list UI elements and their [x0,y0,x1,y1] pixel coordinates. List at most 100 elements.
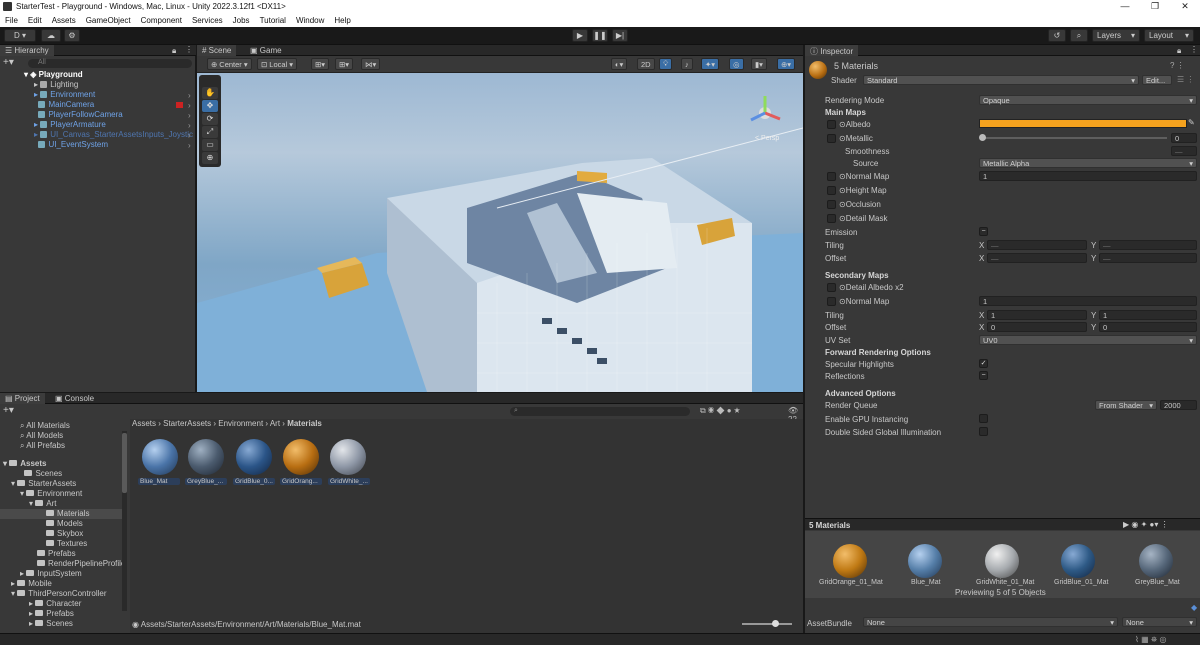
hierarchy-search-input[interactable]: All [28,59,192,68]
effects-dropdown[interactable]: ✦▾ [701,58,720,70]
pivot-local-dropdown[interactable]: ⊡ Local ▾ [257,58,297,70]
maximize-button[interactable]: ❐ [1145,1,1165,12]
edit-shader-button[interactable]: Edit... [1142,75,1172,85]
material-label[interactable]: GreyBlue_... [185,478,227,485]
move-tool-icon[interactable]: ✥ [202,100,218,112]
emission-checkbox[interactable]: − [979,227,988,236]
menu-component[interactable]: Component [136,14,187,27]
material-thumbnail[interactable] [236,439,272,475]
tab-hierarchy[interactable]: ☰ Hierarchy [0,45,54,56]
kebab-menu-icon[interactable]: ⋮ [185,45,193,54]
lock-icon[interactable]: 🔒︎ [1177,46,1181,56]
breadcrumb-item[interactable]: Assets [132,419,156,428]
tree-item[interactable]: ▾ Art [29,499,56,509]
favorite-item[interactable]: ⌕ All Models [20,431,63,441]
filter-icons[interactable]: ⧉ ◉ ◆ ● ★ [700,406,740,416]
hand-tool-icon[interactable]: ✋ [202,87,218,99]
rect-tool-icon[interactable]: ▭ [202,139,218,151]
audio-toggle-icon[interactable]: ♪ [681,58,693,70]
favorite-item[interactable]: ⌕ All Prefabs [20,441,65,451]
history-icon[interactable]: ↺ [1048,29,1066,42]
tab-game[interactable]: ▣ Game [245,45,287,56]
offset-y-field[interactable]: — [1099,253,1197,263]
pause-button[interactable]: ❚❚ [592,29,608,42]
asset-variant-dropdown[interactable]: None ▾ [1122,617,1197,627]
secondary-tiling-y-field[interactable]: 1 [1099,310,1197,320]
scene-root[interactable]: ▾ ◈ Playground [24,70,220,80]
draw-mode-dropdown[interactable]: ◐▾ [611,58,628,70]
prefab-arrow-icon[interactable]: › [188,101,191,110]
normal-map-scale-field[interactable]: 1 [979,171,1197,181]
breadcrumb-item[interactable]: Materials [287,419,322,428]
secondary-normal-slot[interactable] [827,297,836,306]
close-button[interactable]: ✕ [1175,1,1195,12]
rotate-tool-icon[interactable]: ⟳ [202,113,218,125]
shader-dropdown[interactable]: Standard ▾ [863,75,1139,85]
menu-edit[interactable]: Edit [23,14,47,27]
orientation-gizmo[interactable] [745,93,785,133]
tree-item[interactable]: ▸ Scenes [29,619,73,629]
thumbnail-size-slider[interactable] [742,620,792,627]
lock-icon[interactable]: 🔒︎ [172,46,176,56]
perspective-label[interactable]: < Persp [755,135,779,142]
play-button[interactable]: ▶ [572,29,588,42]
toggle-2d-button[interactable]: 2D [637,58,655,70]
layers-dropdown[interactable]: Layers ▾ [1092,29,1140,42]
lighting-toggle-icon[interactable]: 💡︎ [659,58,673,70]
preview-controls[interactable]: ▶ ◉ ✦ ●▾ ⋮ [1123,520,1169,529]
settings-icon[interactable]: ⚙ [64,29,80,42]
asset-bundle-dropdown[interactable]: None ▾ [863,617,1118,627]
tab-project[interactable]: ▤ Project [0,393,45,404]
tree-item[interactable]: ▾ StarterAssets [11,479,76,489]
secondary-offset-x-field[interactable]: 0 [987,322,1087,332]
gizmos-dropdown[interactable]: ⊕▾ [777,58,796,70]
metallic-value-field[interactable]: 0 [1171,133,1197,143]
tree-item[interactable]: Scenes [20,469,62,479]
search-icon[interactable]: ⌕ [1070,29,1088,42]
tree-item[interactable]: ▸ Mobile [11,579,52,589]
preview-area[interactable]: GridOrange_01_Mat Blue_Mat GridWhite_01_… [805,531,1200,598]
status-icons[interactable]: ⌇ ▦ ⛯ ◎ [1135,635,1167,645]
incremental-snap-icon[interactable]: ⋈▾ [361,58,381,70]
menu-gameobject[interactable]: GameObject [81,14,136,27]
list-icon[interactable]: ☰ ⋮ [1177,75,1194,84]
normal-map-slot[interactable] [827,172,836,181]
add-button[interactable]: +▾ [3,57,14,68]
minimize-button[interactable]: — [1115,1,1135,11]
layout-dropdown[interactable]: Layout ▾ [1144,29,1194,42]
cloud-icon[interactable]: ☁ [41,29,61,42]
menu-assets[interactable]: Assets [47,14,81,27]
secondary-tiling-x-field[interactable]: 1 [987,310,1087,320]
material-thumbnail[interactable] [188,439,224,475]
metallic-slider[interactable] [979,134,1167,141]
project-search-input[interactable]: ⌕ [510,407,690,416]
tree-item[interactable]: Prefabs [37,549,76,559]
tree-item[interactable]: Textures [46,539,87,549]
tree-item[interactable]: RenderPipelineProfile [37,559,125,569]
grid-snap-icon[interactable]: ⊞▾ [311,58,330,70]
create-button[interactable]: +▾ [3,405,14,416]
tab-inspector[interactable]: ⓘ Inspector [805,45,859,56]
tree-item[interactable]: ▸ Character [29,599,81,609]
tree-item[interactable]: ▸ Prefabs [29,609,74,619]
material-label[interactable]: GridWhite_... [328,478,370,485]
tiling-y-field[interactable]: — [1099,240,1197,250]
transform-tool-icon[interactable]: ⊕ [202,152,218,164]
gpu-instancing-checkbox[interactable] [979,414,988,423]
tree-item[interactable]: Models [46,519,83,529]
breadcrumb-item[interactable]: Environment [218,419,263,428]
breadcrumb-item[interactable]: StarterAssets [163,419,211,428]
prefab-arrow-icon[interactable]: › [188,111,191,120]
prefab-arrow-icon[interactable]: › [188,91,191,100]
material-label[interactable]: GridOrang... [280,478,322,485]
tree-item[interactable]: ▾ Environment [20,489,82,499]
snap-increment-icon[interactable]: ⊞▾ [335,58,354,70]
detail-mask-slot[interactable] [827,214,836,223]
material-thumbnail[interactable] [330,439,366,475]
smoothness-value-field[interactable]: — [1171,146,1197,156]
rendering-mode-dropdown[interactable]: Opaque ▾ [979,95,1197,105]
tab-scene[interactable]: # Scene [197,45,237,56]
pivot-center-dropdown[interactable]: ⊕ Center ▾ [207,58,252,70]
albedo-color-field[interactable] [979,119,1187,128]
breadcrumb-item[interactable]: Art [270,419,280,428]
